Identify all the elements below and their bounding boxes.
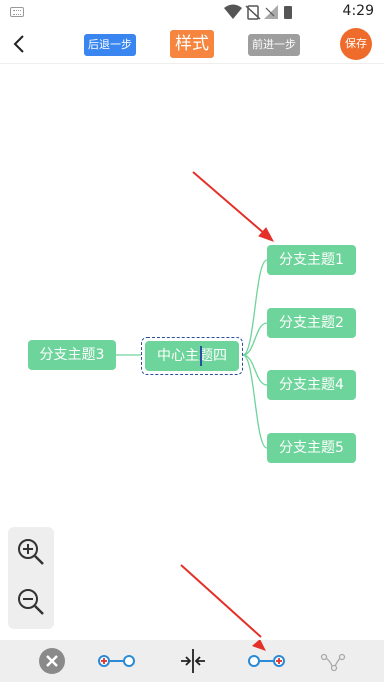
zoom-out-icon[interactable] [16,587,46,617]
branch-node-1[interactable]: 分支主题1 [267,245,356,275]
mindmap-canvas[interactable]: 分支主题3 中心主题四 分支主题1 分支主题2 分支主题4 分支主题5 [0,65,384,640]
status-bar: 4:29 [0,0,384,24]
top-toolbar: 后退一步 样式 前进一步 保存 [0,24,384,64]
battery-icon [284,6,292,19]
branch-node-4[interactable]: 分支主题4 [267,370,356,400]
signal-icon [264,5,278,19]
text-cursor [200,346,202,366]
branch-node-3[interactable]: 分支主题3 [28,340,116,370]
zoom-controls [8,527,54,629]
branch-node-2[interactable]: 分支主题2 [267,308,356,338]
bottom-toolbar [0,640,384,682]
style-button[interactable]: 样式 [170,30,214,58]
redo-button[interactable]: 前进一步 [248,34,300,56]
center-node[interactable]: 中心主题四 [145,341,239,371]
back-arrow-icon[interactable] [8,32,32,56]
status-icons [224,4,292,20]
center-node-label: 中心主题四 [157,348,227,364]
clock: 4:29 [342,3,374,19]
wifi-icon [224,4,242,19]
annotation-arrow-lower [180,564,262,638]
branch-node-5[interactable]: 分支主题5 [267,433,356,463]
zoom-in-icon[interactable] [16,537,46,567]
annotation-arrow [192,171,275,242]
keyboard-icon [10,7,24,17]
undo-button[interactable]: 后退一步 [84,34,136,56]
annotation-arrowhead-lower [252,640,266,651]
save-button[interactable]: 保存 [340,28,372,60]
